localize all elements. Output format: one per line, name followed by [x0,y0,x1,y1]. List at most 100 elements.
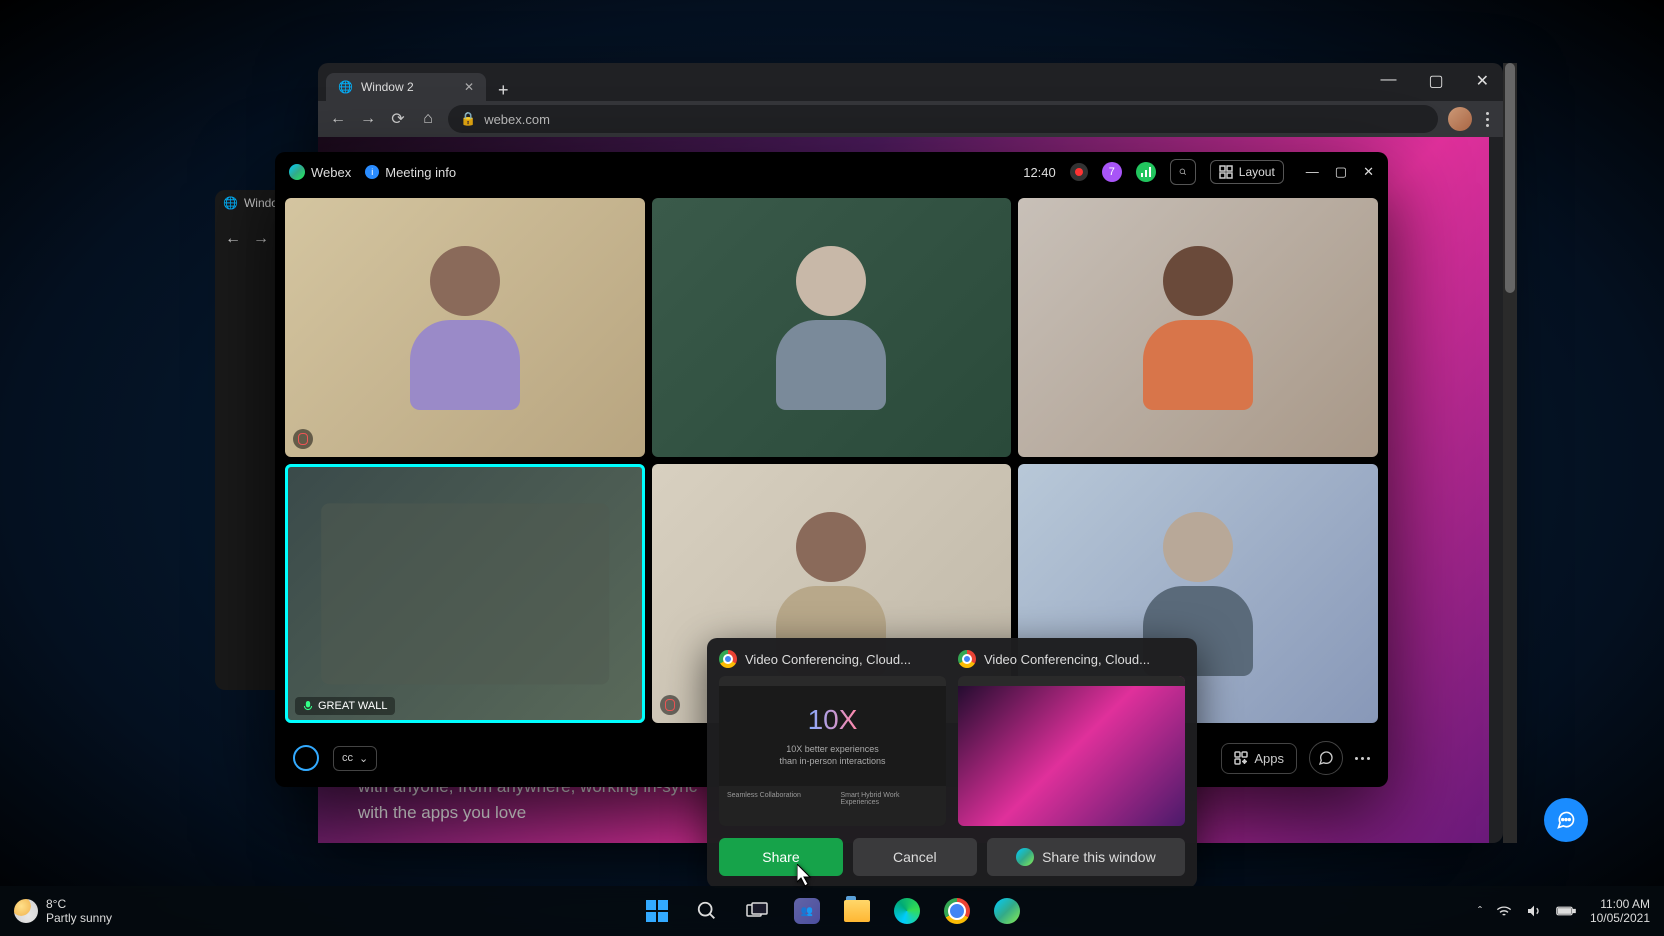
chrome-icon [958,650,976,668]
apps-button[interactable]: Apps [1221,743,1297,774]
share-option-1[interactable]: Video Conferencing, Cloud... 10X 10X bet… [719,650,946,826]
share-option-title: Video Conferencing, Cloud... [745,652,911,667]
share-this-window-button[interactable]: Share this window [987,838,1185,876]
volume-icon[interactable] [1526,903,1542,919]
teams-icon[interactable]: 👥 [787,891,827,931]
bg-nav: ← → [225,230,269,248]
share-panel: Video Conferencing, Cloud... 10X 10X bet… [707,638,1197,888]
close-icon[interactable]: ✕ [1363,164,1374,180]
weather-widget[interactable]: 8°C Partly sunny [14,897,112,926]
temperature: 8°C [46,897,112,911]
clock-date: 10/05/2021 [1590,911,1650,925]
profile-avatar[interactable] [1448,107,1472,131]
share-button[interactable]: Share [719,838,843,876]
tab-bar: 🌐 Window 2 ✕ + — ▢ ✕ [318,63,1503,101]
record-icon[interactable] [1070,163,1088,181]
browser-tab[interactable]: 🌐 Window 2 ✕ [326,73,486,101]
muted-icon [293,429,313,449]
battery-icon[interactable] [1556,903,1576,919]
share-thumbnail [958,676,1185,826]
video-tile[interactable] [285,198,645,457]
reload-button[interactable]: ⟳ [388,109,408,129]
back-button[interactable]: ← [328,109,348,129]
maximize-icon[interactable]: ▢ [1420,67,1451,95]
task-view-button[interactable] [737,891,777,931]
clock[interactable]: 11:00 AM 10/05/2021 [1590,897,1650,926]
webex-header: Webex i Meeting info 12:40 7 Layout — ▢ … [275,152,1388,192]
browser-menu-icon[interactable] [1482,108,1493,131]
meeting-info-button[interactable]: i Meeting info [365,165,456,180]
address-bar: ← → ⟳ ⌂ 🔒 webex.com [318,101,1503,137]
webex-logo: Webex [289,164,351,180]
globe-icon: 🌐 [223,196,238,210]
window-controls: — ▢ ✕ [1372,67,1497,95]
zoom-button[interactable] [1170,159,1196,185]
video-tile[interactable] [652,198,1012,457]
apps-label: Apps [1254,751,1284,766]
minimize-icon[interactable]: — [1306,164,1319,180]
back-icon[interactable]: ← [225,230,241,248]
layout-button[interactable]: Layout [1210,160,1284,184]
close-icon[interactable]: ✕ [1468,67,1497,95]
mouse-cursor [797,864,815,893]
meeting-info-label: Meeting info [385,165,456,180]
share-window-label: Share this window [1042,849,1156,865]
webex-icon [1016,848,1034,866]
video-tile-active[interactable]: GREAT WALL [285,464,645,723]
edge-icon[interactable] [887,891,927,931]
meeting-time: 12:40 [1023,165,1056,180]
home-button[interactable]: ⌂ [418,109,438,129]
assistant-icon[interactable] [293,745,319,771]
share-option-2[interactable]: Video Conferencing, Cloud... [958,650,1185,826]
forward-icon[interactable]: → [253,230,269,248]
thumb-footer-1: Seamless Collaboration [719,786,833,826]
chat-button[interactable] [1309,741,1343,775]
more-options-icon[interactable] [1355,757,1370,760]
share-thumbnail: 10X 10X better experiences than in-perso… [719,676,946,826]
cc-icon: cc [342,752,353,764]
new-tab-button[interactable]: + [486,80,521,101]
video-tile[interactable] [1018,198,1378,457]
scrollbar[interactable] [1503,63,1517,843]
participant-count-badge[interactable]: 7 [1102,162,1122,182]
wifi-icon[interactable] [1496,903,1512,919]
weather-condition: Partly sunny [46,911,112,925]
muted-icon [660,695,680,715]
tray-expand-icon[interactable]: ˆ [1478,904,1482,918]
participant-video [1143,246,1253,410]
url-text: webex.com [484,112,550,127]
page-line2: with the apps you love [358,800,738,826]
minimize-icon[interactable]: — [1372,67,1404,95]
chevron-down-icon: ⌄ [359,752,368,765]
taskbar-apps: 👥 [637,891,1027,931]
thumb-headline: 10X [808,704,858,736]
captions-button[interactable]: cc ⌄ [333,746,377,771]
bg-tab: 🌐 Windo [223,196,278,210]
close-tab-icon[interactable]: ✕ [464,80,474,94]
webex-app-name: Webex [311,165,351,180]
weather-icon [14,899,38,923]
webex-taskbar-icon[interactable] [987,891,1027,931]
start-button[interactable] [637,891,677,931]
tile-label-text: GREAT WALL [318,700,387,712]
maximize-icon[interactable]: ▢ [1335,164,1347,180]
info-icon: i [365,165,379,179]
globe-icon: 🌐 [338,80,353,94]
clock-time: 11:00 AM [1590,897,1650,911]
participant-video [776,246,886,410]
chrome-taskbar-icon[interactable] [937,891,977,931]
url-input[interactable]: 🔒 webex.com [448,105,1438,133]
lock-icon: 🔒 [460,111,476,127]
participant-video [410,246,520,410]
layout-label: Layout [1239,165,1275,179]
chrome-icon [719,650,737,668]
bg-tab-title: Windo [244,196,278,210]
forward-button[interactable]: → [358,109,378,129]
file-explorer-icon[interactable] [837,891,877,931]
thumb-subtitle: 10X better experiences than in-person in… [719,744,946,767]
search-button[interactable] [687,891,727,931]
chat-fab[interactable] [1544,798,1588,842]
participant-video [321,503,609,684]
cancel-button[interactable]: Cancel [853,838,977,876]
tile-label: GREAT WALL [295,697,395,715]
